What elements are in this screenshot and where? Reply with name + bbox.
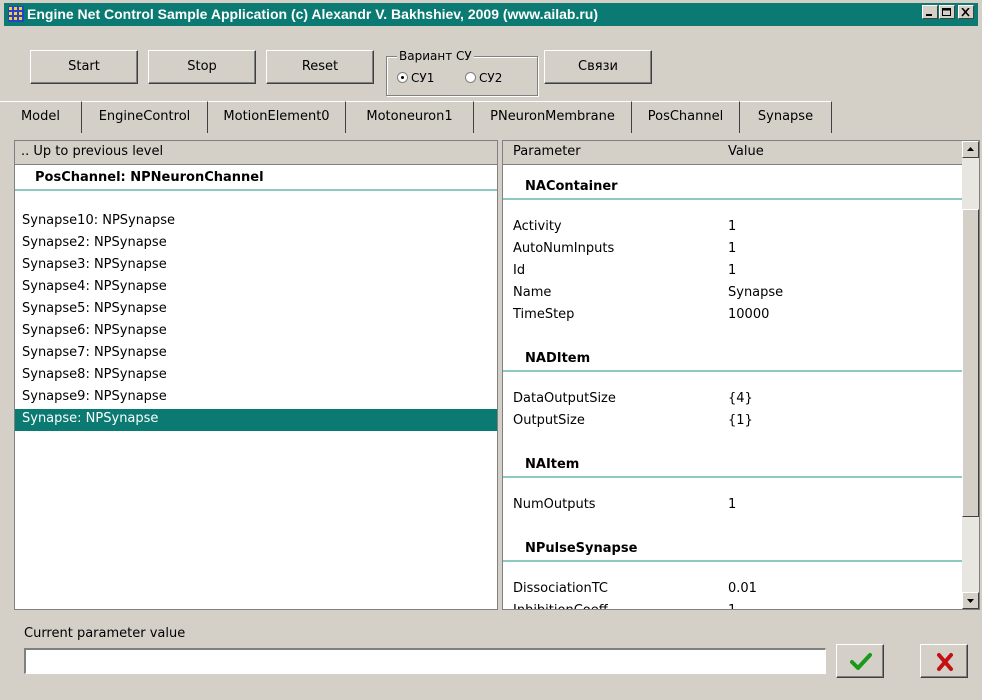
param-name: OutputSize: [513, 413, 585, 428]
window-title: Engine Net Control Sample Application (c…: [27, 6, 599, 22]
table-row[interactable]: DissociationTC 0.01: [503, 578, 962, 600]
table-row[interactable]: Id 1: [503, 260, 962, 282]
arrow-down-icon: [967, 599, 974, 603]
table-row[interactable]: Name Synapse: [503, 282, 962, 304]
neuron-grid-icon: [8, 6, 24, 22]
param-value: 1: [728, 263, 737, 278]
checkmark-icon: [850, 653, 872, 670]
param-value: 1: [728, 241, 737, 256]
tab-strip: Model EngineControl MotionElement0 Moton…: [0, 101, 982, 133]
param-value: 10000: [728, 307, 770, 322]
radio-su2-label: СУ2: [479, 71, 503, 85]
param-name: NumOutputs: [513, 497, 596, 512]
table-row[interactable]: TimeStep 10000: [503, 304, 962, 326]
scroll-down-button[interactable]: [962, 592, 979, 609]
scroll-thumb[interactable]: [962, 209, 979, 517]
arrow-up-icon: [967, 147, 974, 151]
current-value-label: Current parameter value: [24, 626, 186, 641]
param-value: 0.01: [728, 581, 757, 596]
table-row[interactable]: NumOutputs 1: [503, 494, 962, 516]
radio-su1[interactable]: СУ1: [397, 71, 434, 85]
column-header-value[interactable]: Value: [728, 141, 764, 163]
list-item[interactable]: Synapse8: NPSynapse: [15, 365, 497, 387]
table-row[interactable]: AutoNumInputs 1: [503, 238, 962, 260]
minimize-icon: [926, 14, 932, 16]
section-header: NAContainer: [503, 173, 962, 200]
radio-checked-icon: [397, 72, 408, 83]
param-name: AutoNumInputs: [513, 241, 615, 256]
table-row[interactable]: Activity 1: [503, 216, 962, 238]
tab-model[interactable]: Model: [0, 101, 82, 133]
param-name: DataOutputSize: [513, 391, 616, 406]
current-value-input[interactable]: [24, 648, 826, 674]
title-bar[interactable]: Engine Net Control Sample Application (c…: [4, 3, 978, 26]
tab-engine-control[interactable]: EngineControl: [82, 101, 208, 133]
tab-motoneuron1[interactable]: Motoneuron1: [346, 101, 474, 133]
list-item[interactable]: Synapse10: NPSynapse: [15, 211, 497, 233]
param-name: TimeStep: [513, 307, 575, 322]
tab-synapse[interactable]: Synapse: [740, 101, 832, 133]
list-item[interactable]: Synapse5: NPSynapse: [15, 299, 497, 321]
cross-icon: [937, 653, 953, 671]
table-row[interactable]: InhibitionCoeff 1: [503, 600, 962, 609]
column-header-parameter[interactable]: Parameter: [513, 141, 581, 163]
param-name: Id: [513, 263, 526, 278]
section-header: NADItem: [503, 345, 962, 372]
cancel-button[interactable]: [920, 644, 968, 678]
param-value: Synapse: [728, 285, 784, 300]
tree-header: PosChannel: NPNeuronChannel: [15, 165, 497, 191]
param-value: 1: [728, 600, 736, 609]
tree-items: Synapse10: NPSynapse Synapse2: NPSynapse…: [15, 211, 497, 431]
toolbar: Start Stop Reset Вариант СУ СУ1 СУ2 Связ…: [0, 28, 982, 98]
scroll-up-button[interactable]: [962, 141, 979, 158]
tab-pneuron-membrane[interactable]: PNeuronMembrane: [474, 101, 632, 133]
up-level-item[interactable]: .. Up to previous level: [15, 141, 497, 165]
list-item[interactable]: Synapse6: NPSynapse: [15, 321, 497, 343]
parameter-grid: Parameter Value NAContainer Activity 1 Au…: [502, 140, 980, 610]
stop-button[interactable]: Stop: [148, 50, 256, 84]
param-value: {1}: [728, 413, 753, 428]
reset-button[interactable]: Reset: [266, 50, 374, 84]
component-tree: .. Up to previous level PosChannel: NPNe…: [14, 140, 498, 610]
list-item[interactable]: Synapse7: NPSynapse: [15, 343, 497, 365]
param-value: 1: [728, 497, 737, 512]
tab-pos-channel[interactable]: PosChannel: [632, 101, 740, 133]
maximize-icon: [942, 8, 951, 16]
radio-su2[interactable]: СУ2: [465, 71, 502, 85]
param-value: {4}: [728, 391, 753, 406]
maximize-button[interactable]: [939, 5, 955, 19]
section-header: NPulseSynapse: [503, 535, 962, 562]
vertical-scrollbar[interactable]: [962, 141, 979, 609]
section-header: NAItem: [503, 451, 962, 478]
param-name: DissociationTC: [513, 581, 609, 596]
main-window: Engine Net Control Sample Application (c…: [0, 0, 982, 700]
tab-motion-element0[interactable]: MotionElement0: [208, 101, 346, 133]
list-item[interactable]: Synapse9: NPSynapse: [15, 387, 497, 409]
minimize-button[interactable]: [922, 5, 938, 19]
param-name: InhibitionCoeff: [513, 600, 608, 609]
list-item-selected[interactable]: Synapse: NPSynapse: [15, 409, 497, 431]
list-item[interactable]: Synapse4: NPSynapse: [15, 277, 497, 299]
parameter-grid-header: Parameter Value: [503, 141, 962, 165]
close-button[interactable]: [958, 5, 974, 19]
close-icon: [961, 8, 970, 17]
table-row[interactable]: DataOutputSize {4}: [503, 388, 962, 410]
links-button[interactable]: Связи: [544, 50, 652, 84]
list-item[interactable]: Synapse2: NPSynapse: [15, 233, 497, 255]
radio-su1-label: СУ1: [411, 71, 435, 85]
radio-unchecked-icon: [465, 72, 476, 83]
list-item[interactable]: Synapse3: NPSynapse: [15, 255, 497, 277]
table-row[interactable]: OutputSize {1}: [503, 410, 962, 432]
start-button[interactable]: Start: [30, 50, 138, 84]
control-variant-group: Вариант СУ СУ1 СУ2: [386, 49, 538, 96]
param-value: 1: [728, 219, 737, 234]
param-name: Activity: [513, 219, 562, 234]
group-label: Вариант СУ: [397, 49, 474, 63]
apply-button[interactable]: [836, 644, 884, 678]
param-name: Name: [513, 285, 552, 300]
